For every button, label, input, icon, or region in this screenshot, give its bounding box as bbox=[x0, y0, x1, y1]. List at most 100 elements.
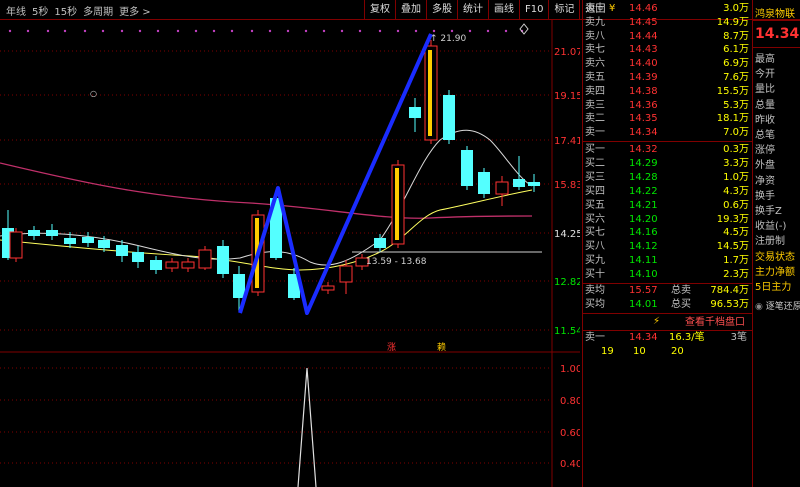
info-field: 总量 bbox=[755, 99, 775, 111]
level-price: 14.20 bbox=[629, 213, 658, 225]
price-tick: 17.41 bbox=[554, 136, 580, 147]
period-15s[interactable]: 15秒 bbox=[54, 3, 77, 18]
price-tick: 11.54 bbox=[554, 326, 580, 337]
adjust-button[interactable]: 复权 bbox=[364, 0, 395, 20]
kline-chart[interactable]: 13.59 - 13.68 ↑ 21.90 ○ 涨 赖 21.07 19.15 … bbox=[0, 20, 580, 487]
level-price: 14.35 bbox=[629, 113, 658, 125]
info-field: 换手Z bbox=[755, 206, 782, 217]
marker-dot bbox=[268, 29, 272, 33]
level-label: 卖四 bbox=[585, 85, 605, 97]
marker-dot bbox=[486, 29, 490, 33]
period-multi[interactable]: 多周期 bbox=[83, 3, 113, 18]
stock-name[interactable]: 鸿泉物联 bbox=[755, 5, 795, 20]
info-field: 交易状态 bbox=[755, 251, 795, 263]
sell-level-row[interactable]: 卖四 14.38 15.5万 bbox=[583, 85, 753, 98]
buy-level-row[interactable]: 买一 14.32 0.3万 bbox=[583, 143, 753, 156]
indicator-spike bbox=[297, 367, 317, 487]
info-field: 最高 bbox=[755, 54, 775, 65]
level-price: 14.12 bbox=[629, 241, 658, 253]
sell-level-row[interactable]: 卖十 ¥14.46 3.0万 bbox=[583, 2, 753, 15]
buy-level-row[interactable]: 买十 14.10 2.3万 bbox=[583, 268, 753, 281]
level-price: 14.29 bbox=[629, 157, 658, 169]
candle-body bbox=[181, 261, 195, 269]
sell-level-row[interactable]: 卖七 14.43 6.1万 bbox=[583, 43, 753, 56]
trade-restore-link[interactable]: ◉ 逐笔还原 bbox=[755, 299, 800, 312]
level-volume: 0.6万 bbox=[723, 199, 749, 211]
level-label: 买一 bbox=[585, 144, 605, 155]
indicator-tick: 0.60 bbox=[560, 428, 580, 439]
sell-level-row[interactable]: 卖一 14.34 7.0万 bbox=[583, 126, 753, 139]
marker-dot bbox=[120, 29, 124, 33]
marker-dot bbox=[46, 29, 50, 33]
info-field: 外盘 bbox=[755, 160, 775, 172]
marker-dot bbox=[194, 29, 198, 33]
level-label: 卖一 bbox=[585, 127, 605, 139]
buy-level-row[interactable]: 买六 14.20 19.3万 bbox=[583, 213, 753, 226]
ob-divider bbox=[583, 330, 753, 331]
buy-level-row[interactable]: 买三 14.28 1.0万 bbox=[583, 171, 753, 184]
level-price: 14.10 bbox=[629, 269, 658, 281]
info-field: 收益(-) bbox=[755, 221, 787, 233]
draw-line-button[interactable]: 画线 bbox=[488, 0, 519, 20]
ob-divider bbox=[583, 313, 753, 314]
price-tick: 19.15 bbox=[554, 91, 580, 102]
level-label: 卖五 bbox=[585, 72, 605, 83]
level-volume: 8.7万 bbox=[723, 30, 749, 42]
candle-body bbox=[409, 107, 421, 118]
ma-short-line bbox=[0, 129, 533, 266]
level-volume: 3.3万 bbox=[723, 157, 749, 169]
overlay-button[interactable]: 叠加 bbox=[395, 0, 426, 20]
info-divider bbox=[753, 20, 800, 21]
buy-level-row[interactable]: 买九 14.11 1.7万 bbox=[583, 254, 753, 267]
marker-dot bbox=[358, 29, 362, 33]
marker-dot bbox=[8, 29, 12, 33]
marker-dot bbox=[304, 29, 308, 33]
level-label: 卖六 bbox=[585, 58, 605, 70]
marker-dot bbox=[450, 29, 454, 33]
info-field: 5日主力 bbox=[755, 282, 792, 293]
stats-button[interactable]: 统计 bbox=[457, 0, 488, 20]
multi-stock-button[interactable]: 多股 bbox=[426, 0, 457, 20]
candle-body bbox=[233, 274, 245, 298]
price-tick: 21.07 bbox=[554, 47, 580, 58]
sell-level-row[interactable]: 卖九 14.45 14.9万 bbox=[583, 16, 753, 29]
candle-body bbox=[64, 238, 76, 244]
buy-level-row[interactable]: 买四 14.22 4.3万 bbox=[583, 185, 753, 198]
marker-dot bbox=[26, 29, 30, 33]
period-more[interactable]: 更多 > bbox=[119, 3, 151, 18]
candle-body bbox=[217, 246, 229, 274]
level-price: 14.40 bbox=[629, 58, 658, 70]
candle-body bbox=[513, 179, 525, 187]
level-price: 14.21 bbox=[629, 199, 658, 211]
sell-level-row[interactable]: 卖三 14.36 5.3万 bbox=[583, 99, 753, 112]
signal-bar bbox=[395, 168, 399, 240]
view-depth-button[interactable]: 查看千档盘口 bbox=[623, 316, 753, 330]
level-volume: 5.3万 bbox=[723, 99, 749, 111]
buy-level-row[interactable]: 买五 14.21 0.6万 bbox=[583, 199, 753, 212]
indicator-tick: 0.80 bbox=[560, 396, 580, 407]
info-field: 昨收 bbox=[755, 114, 775, 126]
info-field: 主力净额 bbox=[755, 266, 795, 278]
mark-button[interactable]: 标记 bbox=[548, 0, 579, 20]
period-year[interactable]: 年线 bbox=[6, 3, 26, 18]
buy-level-row[interactable]: 买八 14.12 14.5万 bbox=[583, 240, 753, 253]
buy-level-row[interactable]: 买七 14.16 4.5万 bbox=[583, 226, 753, 239]
sell-level-row[interactable]: 卖五 14.39 7.6万 bbox=[583, 71, 753, 84]
level-volume: 6.1万 bbox=[723, 44, 749, 56]
level-volume: 15.5万 bbox=[716, 85, 749, 97]
period-5s[interactable]: 5秒 bbox=[32, 3, 48, 18]
sell-level-row[interactable]: 卖八 14.44 8.7万 bbox=[583, 30, 753, 43]
ob-divider bbox=[583, 141, 753, 142]
f10-button[interactable]: F10 bbox=[519, 0, 548, 20]
buy-level-row[interactable]: 买二 14.29 3.3万 bbox=[583, 157, 753, 170]
level-volume: 1.0万 bbox=[723, 171, 749, 183]
candle-body bbox=[98, 240, 110, 248]
price-tick: 12.82 bbox=[554, 277, 580, 288]
candle-body bbox=[116, 245, 128, 256]
level-price: 14.28 bbox=[629, 171, 658, 183]
level-volume: 14.5万 bbox=[716, 241, 749, 253]
marker-dot bbox=[101, 29, 105, 33]
info-field: 今开 bbox=[755, 69, 775, 81]
sell-level-row[interactable]: 卖六 14.40 6.9万 bbox=[583, 57, 753, 70]
sell-level-row[interactable]: 卖二 14.35 18.1万 bbox=[583, 112, 753, 125]
